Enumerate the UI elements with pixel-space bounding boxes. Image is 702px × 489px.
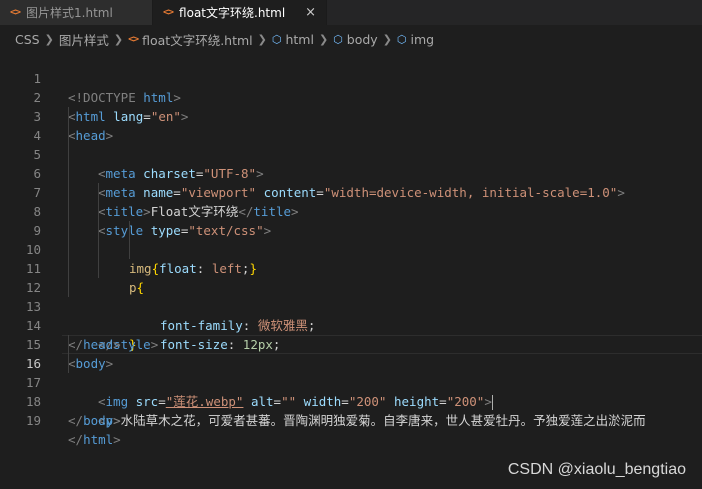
chevron-right-icon: ❯ <box>318 32 329 46</box>
indent-guide <box>68 202 69 221</box>
code-line: 2 <html lang="en"> <box>0 69 702 124</box>
token: > <box>113 413 121 428</box>
code-line-current: 16 <img src="莲花.webp" alt="" width="200"… <box>0 335 702 410</box>
breadcrumb-item-folder[interactable]: 图片样式 <box>59 30 109 49</box>
code-line: 9 p{ <box>0 202 702 295</box>
breadcrumb-item-css[interactable]: CSS <box>15 32 40 47</box>
html-file-icon: <> <box>163 7 174 18</box>
breadcrumb-item-file[interactable]: float文字环绕.html <box>142 30 253 49</box>
tab-label: float文字环绕.html <box>179 6 286 20</box>
breadcrumb-item-body[interactable]: body <box>347 32 378 47</box>
indent-guide <box>68 221 69 240</box>
code-line: 6 <title>Float文字环绕</title> <box>0 145 702 219</box>
chevron-right-icon: ❯ <box>44 32 54 46</box>
code-line: 18 </body> <box>0 373 702 428</box>
token: 水陆草木之花，可爱者甚蕃。晋陶渊明独爱菊。自李唐来，世人甚爱牡丹。予独爱莲之出淤… <box>120 413 646 428</box>
indent-guide <box>98 221 99 240</box>
tab-float-text-wrap[interactable]: <> float文字环绕.html × <box>153 0 327 25</box>
code-line: 4 <meta charset="UTF-8"> <box>0 107 702 181</box>
indent-guide <box>98 240 99 259</box>
code-text: </html> <box>68 430 121 449</box>
element-cube-icon: ⬡ <box>271 32 282 46</box>
tab-label: 图片样式1.html <box>26 6 113 20</box>
code-line: 14 </head> <box>0 297 702 352</box>
html-file-icon: <> <box>128 33 139 45</box>
token: html <box>83 432 114 447</box>
token: </ <box>68 413 84 428</box>
indent-guide <box>98 202 99 221</box>
indent-guide <box>68 240 69 259</box>
close-icon[interactable]: × <box>305 5 316 20</box>
code-line: 13 </style> <box>0 278 702 352</box>
indent-guide <box>68 145 69 164</box>
breadcrumb: CSS ❯ 图片样式 ❯ <> float文字环绕.html ❯ ⬡ html … <box>0 28 702 50</box>
indent-guide <box>68 335 69 354</box>
token: body <box>83 413 114 428</box>
watermark: CSDN @xiaolu_bengtiao <box>507 461 686 478</box>
tab-image-style[interactable]: <> 图片样式1.html <box>0 0 153 25</box>
element-cube-icon: ⬡ <box>396 32 407 46</box>
indent-guide <box>68 164 69 183</box>
indent-guide <box>98 259 99 278</box>
code-editor[interactable]: 1 <!DOCTYPE html> 2 <html lang="en"> 3 <… <box>0 50 702 447</box>
code-line: 15 <body> <box>0 316 702 371</box>
indent-guide <box>68 259 69 278</box>
code-line: 17 <p>水陆草木之花，可爱者甚蕃。晋陶渊明独爱菊。自李唐来，世人甚爱牡丹。予… <box>0 354 702 428</box>
code-line: 10 font-family: 微软雅黑; <box>0 221 702 333</box>
code-text: <p>水陆草木之花，可爱者甚蕃。晋陶渊明独爱菊。自李唐来，世人甚爱牡丹。予独爱莲… <box>98 411 646 430</box>
chevron-right-icon: ❯ <box>382 32 392 46</box>
code-line: 7 <style type="text/css"> <box>0 164 702 238</box>
code-line: 19 </html> <box>0 392 702 447</box>
breadcrumb-item-html[interactable]: html <box>285 32 313 47</box>
indent-guide <box>68 107 69 126</box>
tab-bar: <> 图片样式1.html <> float文字环绕.html × <box>0 0 702 25</box>
html-file-icon: <> <box>10 7 21 18</box>
code-line: 3 <head> <box>0 88 702 143</box>
chevron-right-icon: ❯ <box>257 32 267 46</box>
code-line: 11 font-size: 12px; <box>0 240 702 352</box>
indent-guide <box>68 278 69 297</box>
line-number: 19 <box>25 413 41 428</box>
indent-guide <box>98 183 99 202</box>
indent-guide <box>68 183 69 202</box>
indent-guide <box>129 221 130 240</box>
token: </ <box>68 432 84 447</box>
code-line: 12 } <box>0 259 702 352</box>
indent-guide <box>68 126 69 145</box>
code-line: 5 <meta name="viewport" content="width=d… <box>0 126 702 200</box>
token: > <box>113 432 121 447</box>
indent-guide <box>68 354 69 373</box>
indent-guide <box>129 240 130 259</box>
element-cube-icon: ⬡ <box>333 32 343 46</box>
chevron-right-icon: ❯ <box>113 32 124 46</box>
code-text: </body> <box>68 411 121 430</box>
code-line: 8 img{float: left;} <box>0 183 702 276</box>
breadcrumb-item-img[interactable]: img <box>411 32 435 47</box>
code-line: 1 <!DOCTYPE html> <box>0 50 702 105</box>
